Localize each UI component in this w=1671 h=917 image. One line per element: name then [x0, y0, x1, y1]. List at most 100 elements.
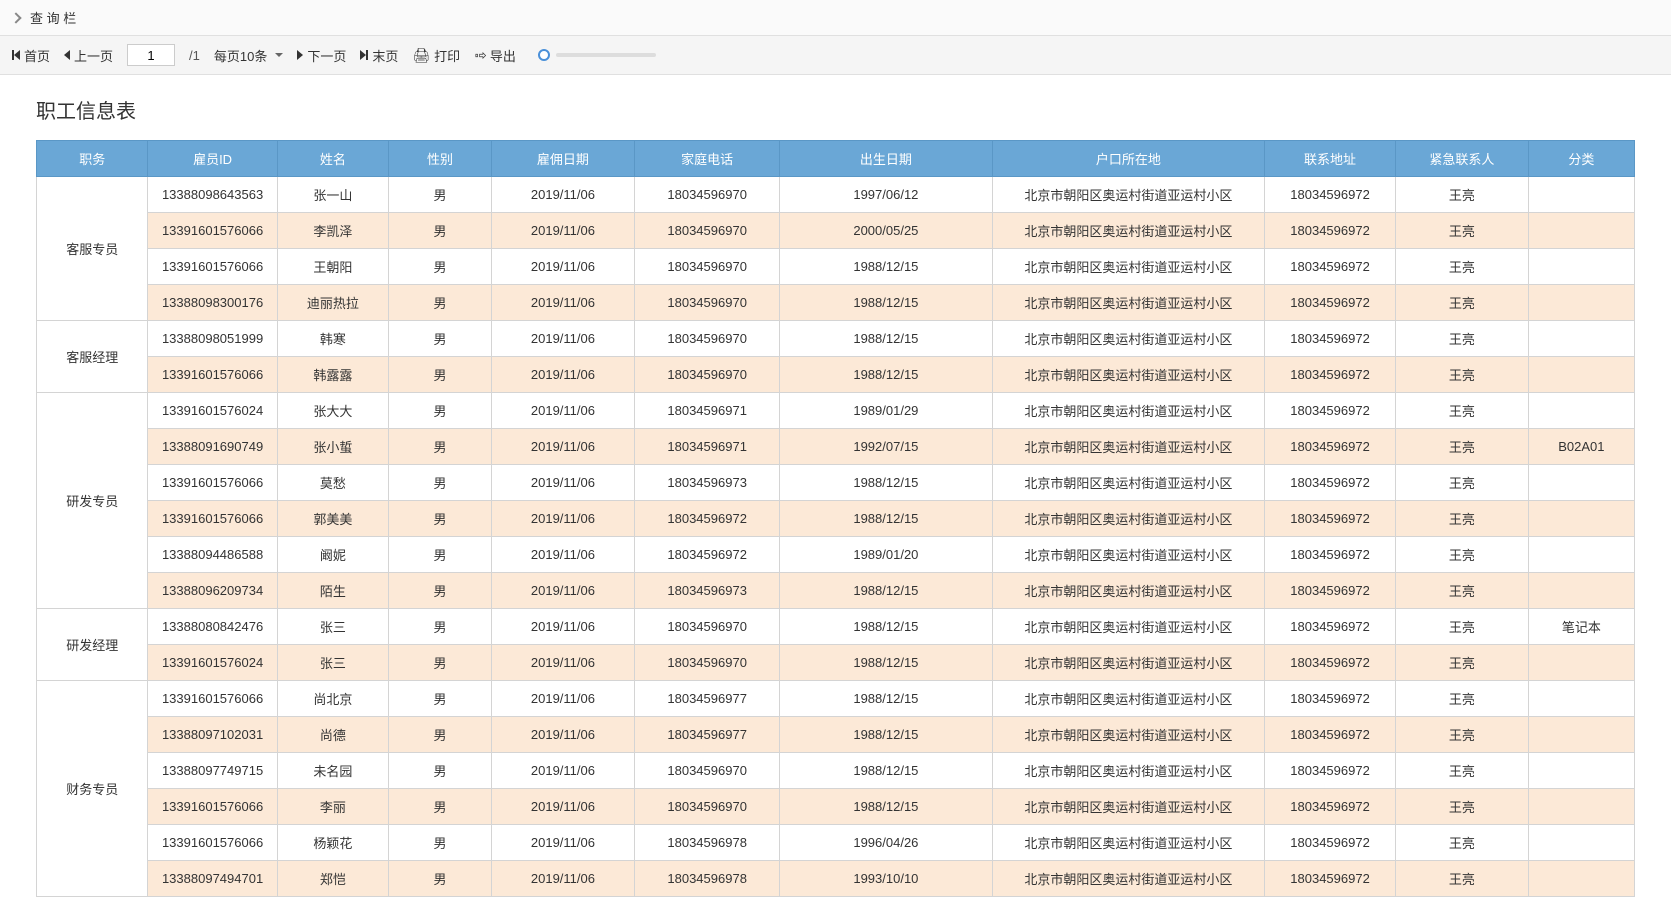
- col-gender: 性别: [389, 141, 492, 177]
- next-page-button[interactable]: 下一页: [297, 46, 346, 65]
- cell-birth: 1993/10/10: [780, 861, 992, 897]
- cell-emerg: 王亮: [1396, 861, 1529, 897]
- cell-gender: 男: [389, 861, 492, 897]
- cell-addr: 北京市朝阳区奥运村街道亚运村小区: [992, 825, 1265, 861]
- table-body: 客服专员13388098643563张一山男2019/11/0618034596…: [37, 177, 1635, 897]
- cell-name: 尚北京: [277, 681, 388, 717]
- slider-handle-icon[interactable]: [538, 49, 550, 61]
- cell-name: 莫愁: [277, 465, 388, 501]
- cell-gender: 男: [389, 537, 492, 573]
- cell-phone: 18034596972: [635, 537, 780, 573]
- cell-emerg: 王亮: [1396, 357, 1529, 393]
- cell-addr: 北京市朝阳区奥运村街道亚运村小区: [992, 249, 1265, 285]
- cell-name: 杨颖花: [277, 825, 388, 861]
- cell-gender: 男: [389, 789, 492, 825]
- prev-page-button[interactable]: 上一页: [64, 46, 113, 65]
- chevron-right-icon[interactable]: [10, 12, 21, 23]
- cell-contact: 18034596972: [1265, 393, 1396, 429]
- cell-id: 13391601576066: [148, 681, 277, 717]
- cell-emerg: 王亮: [1396, 609, 1529, 645]
- export-button[interactable]: 导出: [474, 46, 516, 65]
- cell-contact: 18034596972: [1265, 249, 1396, 285]
- cell-gender: 男: [389, 825, 492, 861]
- table-row: 13391601576024张三男2019/11/061803459697019…: [37, 645, 1635, 681]
- query-bar[interactable]: 查 询 栏: [0, 0, 1671, 36]
- last-page-icon: [360, 50, 368, 60]
- cell-cat: [1528, 537, 1634, 573]
- table-row: 13388094486588阚妮男2019/11/061803459697219…: [37, 537, 1635, 573]
- cell-id: 13388096209734: [148, 573, 277, 609]
- table-header-row: 职务 雇员ID 姓名 性别 雇佣日期 家庭电话 出生日期 户口所在地 联系地址 …: [37, 141, 1635, 177]
- cell-emerg: 王亮: [1396, 825, 1529, 861]
- print-button[interactable]: 打印: [412, 46, 460, 65]
- cell-cat: [1528, 285, 1634, 321]
- page-number-input[interactable]: [127, 44, 175, 66]
- cell-gender: 男: [389, 321, 492, 357]
- cell-birth: 1997/06/12: [780, 177, 992, 213]
- cell-id: 13391601576066: [148, 249, 277, 285]
- cell-phone: 18034596973: [635, 573, 780, 609]
- cell-birth: 1989/01/20: [780, 537, 992, 573]
- cell-id: 13388097749715: [148, 753, 277, 789]
- cell-contact: 18034596972: [1265, 681, 1396, 717]
- cell-cat: [1528, 573, 1634, 609]
- cell-phone: 18034596970: [635, 249, 780, 285]
- cell-birth: 1988/12/15: [780, 501, 992, 537]
- cell-birth: 1988/12/15: [780, 465, 992, 501]
- table-row: 13391601576066郭美美男2019/11/06180345969721…: [37, 501, 1635, 537]
- cell-cat: [1528, 753, 1634, 789]
- cell-cat: [1528, 717, 1634, 753]
- cell-contact: 18034596972: [1265, 357, 1396, 393]
- cell-id: 13388091690749: [148, 429, 277, 465]
- slider-track: [556, 53, 656, 57]
- cell-gender: 男: [389, 357, 492, 393]
- cell-addr: 北京市朝阳区奥运村街道亚运村小区: [992, 429, 1265, 465]
- cell-hire: 2019/11/06: [491, 213, 634, 249]
- cell-job: 财务专员: [37, 681, 148, 897]
- cell-hire: 2019/11/06: [491, 249, 634, 285]
- table-row: 13388097102031尚德男2019/11/061803459697719…: [37, 717, 1635, 753]
- cell-gender: 男: [389, 717, 492, 753]
- cell-addr: 北京市朝阳区奥运村街道亚运村小区: [992, 573, 1265, 609]
- cell-emerg: 王亮: [1396, 249, 1529, 285]
- cell-addr: 北京市朝阳区奥运村街道亚运村小区: [992, 645, 1265, 681]
- cell-emerg: 王亮: [1396, 537, 1529, 573]
- cell-id: 13388098643563: [148, 177, 277, 213]
- cell-job: 客服专员: [37, 177, 148, 321]
- cell-contact: 18034596972: [1265, 465, 1396, 501]
- cell-id: 13391601576066: [148, 213, 277, 249]
- cell-id: 13391601576024: [148, 645, 277, 681]
- cell-emerg: 王亮: [1396, 501, 1529, 537]
- cell-emerg: 王亮: [1396, 717, 1529, 753]
- cell-name: 郑恺: [277, 861, 388, 897]
- table-row: 13391601576066李凯泽男2019/11/06180345969702…: [37, 213, 1635, 249]
- table-row: 13391601576066王朝阳男2019/11/06180345969701…: [37, 249, 1635, 285]
- cell-addr: 北京市朝阳区奥运村街道亚运村小区: [992, 501, 1265, 537]
- cell-cat: [1528, 501, 1634, 537]
- cell-contact: 18034596972: [1265, 609, 1396, 645]
- cell-id: 13391601576066: [148, 789, 277, 825]
- first-page-button[interactable]: 首页: [12, 46, 50, 65]
- cell-gender: 男: [389, 249, 492, 285]
- col-emerg: 紧急联系人: [1396, 141, 1529, 177]
- cell-addr: 北京市朝阳区奥运村街道亚运村小区: [992, 537, 1265, 573]
- table-row: 客服专员13388098643563张一山男2019/11/0618034596…: [37, 177, 1635, 213]
- cell-addr: 北京市朝阳区奥运村街道亚运村小区: [992, 285, 1265, 321]
- cell-phone: 18034596971: [635, 393, 780, 429]
- cell-addr: 北京市朝阳区奥运村街道亚运村小区: [992, 717, 1265, 753]
- table-row: 13391601576066莫愁男2019/11/061803459697319…: [37, 465, 1635, 501]
- cell-hire: 2019/11/06: [491, 357, 634, 393]
- col-phone: 家庭电话: [635, 141, 780, 177]
- print-icon: [412, 47, 430, 64]
- cell-id: 13388080842476: [148, 609, 277, 645]
- cell-phone: 18034596972: [635, 501, 780, 537]
- cell-hire: 2019/11/06: [491, 573, 634, 609]
- toolbar: 首页 上一页 /1 每页10条 下一页 末页 打印 导出: [0, 36, 1671, 75]
- last-page-button[interactable]: 末页: [360, 46, 398, 65]
- zoom-slider[interactable]: [538, 49, 656, 61]
- cell-emerg: 王亮: [1396, 465, 1529, 501]
- cell-gender: 男: [389, 501, 492, 537]
- cell-id: 13388097102031: [148, 717, 277, 753]
- per-page-label: 每页10条: [214, 46, 267, 65]
- per-page-dropdown[interactable]: 每页10条: [214, 46, 283, 65]
